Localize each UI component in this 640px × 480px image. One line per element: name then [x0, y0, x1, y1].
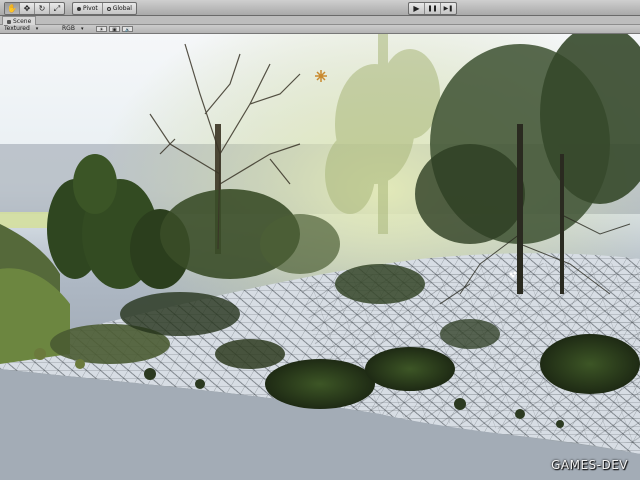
scale-tool-button[interactable]: ⤢	[50, 3, 64, 14]
lighting-icon: ☀	[99, 27, 104, 33]
scene-viewport[interactable]: GAMES-DEV	[0, 34, 640, 480]
pivot-icon	[77, 6, 81, 11]
color-mode-value: RGB	[62, 25, 75, 32]
move-tool-button[interactable]: ✥	[20, 3, 35, 14]
scene-lighting-toggle[interactable]: ☀	[96, 26, 107, 33]
pivot-button[interactable]: Pivot	[73, 3, 103, 14]
rotate-tool-button[interactable]: ↻	[35, 3, 50, 14]
chevron-down-icon: ▾	[80, 26, 84, 32]
scene-tab-icon	[7, 19, 11, 24]
play-button[interactable]: ▶	[409, 3, 425, 14]
pivot-label: Pivot	[83, 5, 98, 12]
transform-tools: ✋ ✥ ↻ ⤢	[4, 2, 65, 15]
scene-view-toolbar: Textured ▾ RGB ▾ ☀ ▣ 🔊	[0, 25, 640, 34]
effects-icon: ▣	[112, 27, 117, 33]
render-mode-value: Textured	[4, 25, 30, 32]
global-icon	[106, 6, 111, 11]
step-icon: ▶❚	[443, 5, 454, 12]
color-mode-dropdown[interactable]: RGB ▾	[62, 25, 83, 33]
play-icon: ▶	[413, 4, 420, 13]
render-mode-dropdown[interactable]: Textured ▾	[4, 25, 38, 33]
rotate-icon: ↻	[38, 4, 46, 13]
hand-tool-button[interactable]: ✋	[5, 3, 20, 14]
scene-render	[0, 34, 640, 480]
scene-effects-toggle[interactable]: ▣	[109, 26, 120, 33]
scene-audio-toggle[interactable]: 🔊	[122, 26, 133, 32]
step-button[interactable]: ▶❚	[441, 3, 456, 14]
hand-icon: ✋	[7, 4, 17, 13]
global-label: Global	[112, 5, 132, 12]
scale-icon: ⤢	[53, 4, 61, 13]
chevron-down-icon: ▾	[35, 26, 39, 32]
audio-icon: 🔊	[125, 27, 130, 32]
pause-icon: ❚❚	[427, 5, 438, 12]
main-toolbar: ✋ ✥ ↻ ⤢ Pivot Global ▶ ❚❚ ▶❚	[0, 0, 640, 16]
scene-tab-row: Scene	[0, 16, 640, 26]
global-button[interactable]: Global	[103, 3, 136, 14]
move-icon: ✥	[23, 4, 31, 13]
pause-button[interactable]: ❚❚	[425, 3, 441, 14]
pivot-toggle-group: Pivot Global	[72, 2, 137, 15]
watermark: GAMES-DEV	[551, 458, 628, 472]
playback-controls: ▶ ❚❚ ▶❚	[408, 2, 457, 15]
